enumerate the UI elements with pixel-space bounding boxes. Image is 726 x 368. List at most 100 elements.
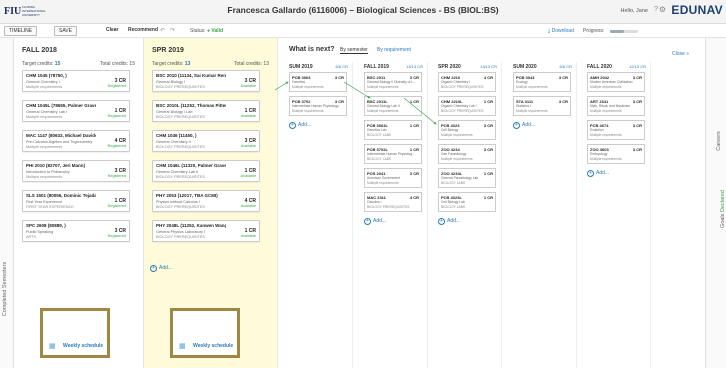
add-course-button[interactable]: + Add... [364,218,386,225]
course-card[interactable]: PCB 4023 3 CR Cell Biology Multiple require… [438,120,496,140]
course-card[interactable]: BSC 2011 3 CR General Biology II Diversity… [364,72,422,92]
target-credits: Target credits: 13 [152,61,191,67]
course-requirement: BIOLOGY PREREQUISITES [367,205,410,209]
course-status: Available [240,234,256,238]
course-code: PHY 2053 (12017, TBA GCMI) [156,193,218,198]
course-requirement: Multiple requirements [590,109,622,113]
course-card[interactable]: ZOO 4234L 1 CR General Parasitology Lab BIO… [438,168,496,188]
course-card[interactable]: ZOO 4234 3 CR Gen Parasitology Multiple req… [438,144,496,164]
weekly-schedule-card[interactable]: ▦ Weekly schedule [40,308,110,358]
toolbar: TIMELINE SAVE Clear Recommend ↶ ↷ Status… [0,24,726,38]
calendar-icon: ▦ [179,343,186,350]
course-status: Registered [107,84,126,88]
download-link[interactable]: ⤓ Download [548,28,574,34]
gear-icon[interactable]: ⚙ [659,5,666,14]
weekly-schedule-card[interactable]: ▦ Weekly schedule [170,308,240,358]
course-requirement: BIOLOGY PREREQUISITES [441,85,484,89]
course-card[interactable]: BSC 2011L 1 CR General Biology Lab II Multi… [364,96,422,116]
course-card[interactable]: ART 2341 3 CR Myth, Ritual, and Mysticism M… [587,96,645,116]
course-card[interactable]: CHM 1045 (78750, ) General Chemistry I Mul… [22,70,130,92]
semester-title: SUM 2019 [289,64,313,70]
semester-credits: 13/13 CR [406,64,423,69]
redo-icon[interactable]: ↷ [170,27,175,34]
right-strip: Goals Declared Careers [705,38,726,368]
course-requirement: BIOLOGY PREREQUISITES [156,205,205,209]
timeline-button[interactable]: TIMELINE [4,26,38,36]
course-card[interactable]: CHM 2210L 1 CR Organic Chemistry Lab I BIOL… [438,96,496,116]
course-card[interactable]: AMH 2042 3 CR Modern American Civilization… [587,72,645,92]
course-title: First Year Experience [26,200,63,204]
course-title: General Chemistry Lab I [26,110,68,114]
clear-button[interactable]: Clear [102,26,123,36]
course-card[interactable]: SLS 1501 (80056, Dominic Tejada) First Ye… [22,190,130,212]
status-badge: ● Valid [206,28,224,34]
course-status: Available [240,144,256,148]
course-title: Cell Biology Lab [441,200,465,204]
course-title: Calculus I [367,200,382,204]
course-status: Available [240,114,256,118]
course-requirement: Multiple requirements [292,85,324,89]
course-code: PHI 2010 (82707, Jeri Mann) [26,163,86,168]
semester-credits: 12/13 CR [629,64,646,69]
course-card[interactable]: PCB 3063L 1 CR Genetics Lab BIOLOGY LABS [364,120,422,140]
add-course-button[interactable]: + Add... [289,122,311,129]
add-course-button[interactable]: + Add... [587,170,609,177]
course-code: MAC 1147 (80633, Michael Davidson) [26,133,96,138]
course-requirement: BIOLOGY LABS [441,181,466,185]
course-title: Genetics [292,80,306,84]
course-card[interactable]: CHM 1045L (78655, Palmer Graves) General … [22,100,130,122]
course-requirement: Multiple requirements [26,85,63,89]
course-card[interactable]: BSC 2010 (11134, Sai Kumar Ren... General… [152,70,260,92]
recommend-button[interactable]: Recommend [124,26,162,36]
undo-icon[interactable]: ↶ [160,27,165,34]
course-card[interactable]: POS 2041 3 CR American Government Multiple … [364,168,422,188]
goals-tab[interactable]: Goals Declared [720,190,726,228]
semester-column: SUM 2020 6/6 CR PCB 3043 3 CR Ecology Multipl… [513,62,577,368]
course-status: Registered [107,174,126,178]
add-course-button[interactable]: + Add... [150,265,172,272]
brand-logo: EDUNAV [671,3,723,17]
help-icon[interactable]: ? [654,6,658,13]
course-card[interactable]: CHM 1046L (11320, Palmer Graves) General … [152,160,260,182]
course-card[interactable]: CHM 2210 4 CR Organic Chemistry I BIOLOGY P… [438,72,496,92]
add-course-button[interactable]: + Add... [513,122,535,129]
weekly-schedule-link[interactable]: Weekly schedule [193,343,233,349]
add-course-button[interactable]: + Add... [438,218,460,225]
course-card[interactable]: PHY 2053 (12017, TBA GCMI) Physics withou… [152,190,260,212]
course-title: Organic Chemistry I [441,80,471,84]
course-card[interactable]: ZOO 3603 3 CR Embryology Multiple requireme… [587,144,645,164]
course-card[interactable]: PCB 3702L 1 CR Intermediate Human Physiolo… [364,144,422,164]
course-card[interactable]: BSC 2010L (11252, Thomas Pitter) General … [152,100,260,122]
course-requirement: Multiple requirements [516,109,548,113]
tab-by-semester[interactable]: By semester [340,47,368,54]
careers-tab[interactable]: Careers [716,131,722,151]
course-card[interactable]: PCB 3702 3 CR Intermediate Human Physiolog… [289,96,347,116]
course-card[interactable]: MAC 2311 4 CR Calculus I BIOLOGY PREREQUISI… [364,192,422,212]
course-card[interactable]: PCB 4674 3 CR Evolution Multiple requiremen… [587,120,645,140]
progress-label: Progress: [583,28,605,34]
course-title: Public Speaking [26,230,54,234]
semester-credits: 6/6 CR [335,64,348,69]
course-card[interactable]: SPC 2608 (80889, ) Public Speaking ARTS 3 C… [22,220,130,242]
close-link[interactable]: Close » [672,51,689,57]
course-card[interactable]: PHI 2010 (82707, Jeri Mann) Introduction … [22,160,130,182]
course-title: Embryology [590,152,608,156]
course-requirement: Multiple requirements [292,109,324,113]
course-title: Intermediate Human Physiolog... [367,152,415,156]
course-card[interactable]: PHY 2048L (11252, Kanwen Wang) General Ph… [152,220,260,242]
course-card[interactable]: PCB 3043 3 CR Ecology Multiple requirements [513,72,571,92]
course-card[interactable]: PCB 4023L 1 CR Cell Biology Lab BIOLOGY LAB… [438,192,496,212]
course-card[interactable]: STA 3111 3 CR Statistics I Multiple require… [513,96,571,116]
course-requirement: Multiple requirements [26,145,63,149]
course-card[interactable]: MAC 1147 (80633, Michael Davidson) Pre-Ca… [22,130,130,152]
course-title: General Biology II Diversity of L... [367,80,416,84]
progress-fill [610,30,624,33]
course-requirement: BIOLOGY PREREQUISITES [156,235,205,239]
course-card[interactable]: PCB 3063 3 CR Genetics Multiple requirement… [289,72,347,92]
tab-by-requirement[interactable]: By requirement [377,47,411,53]
completed-semesters-strip[interactable]: Completed Semesters [0,38,14,368]
weekly-schedule-link[interactable]: Weekly schedule [63,343,103,349]
save-button[interactable]: SAVE [54,26,77,36]
course-title: General Biology I [156,80,186,84]
course-card[interactable]: CHM 1046 (11450, ) General Chemistry II BI… [152,130,260,152]
